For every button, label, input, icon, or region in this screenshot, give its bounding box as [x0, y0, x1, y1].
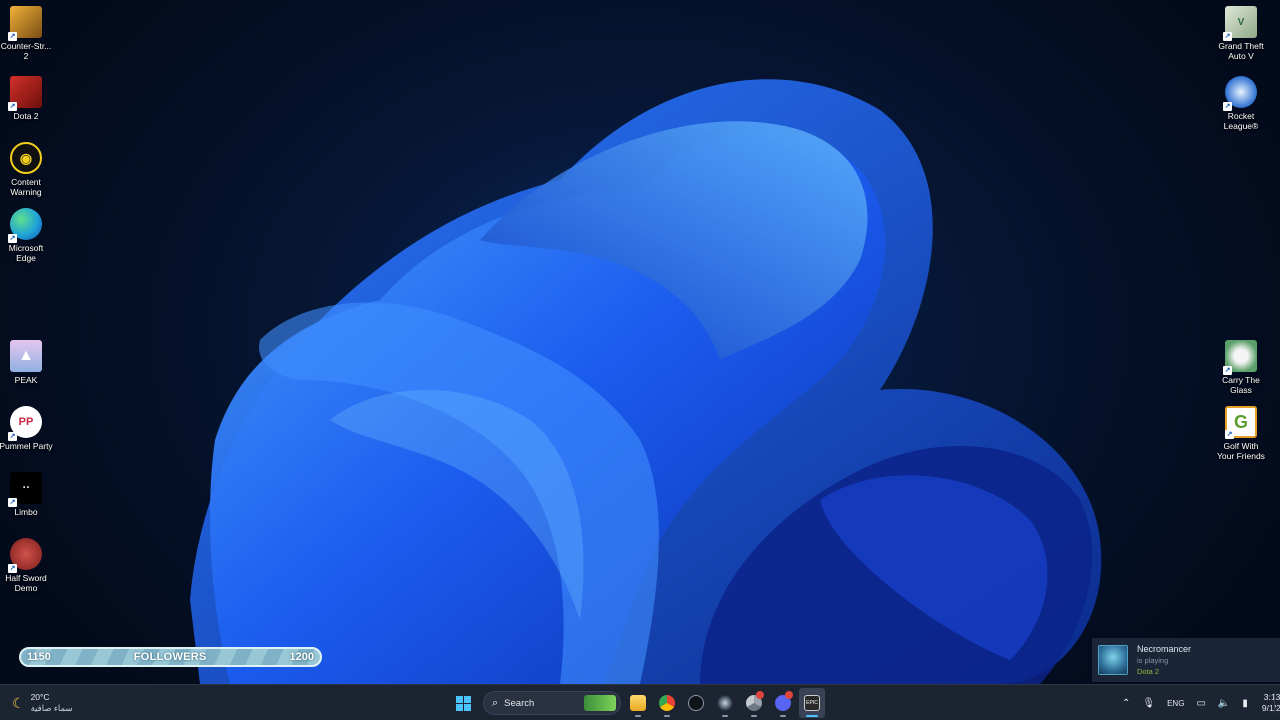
pummel-party-icon: PP ↗	[8, 406, 42, 441]
gta5-icon: V ↗	[1223, 6, 1257, 41]
app-icon	[688, 695, 704, 711]
chevron-up-icon[interactable]: ⌃	[1122, 698, 1130, 709]
taskbar-file-explorer[interactable]	[625, 688, 651, 718]
taskbar: ☾ 20°C سماء صافية ⌕ Search EPIC ⌃ 🎙 ENG …	[0, 684, 1280, 720]
content-warning-icon: ◉	[10, 142, 42, 174]
taskbar-chrome[interactable]	[654, 688, 680, 718]
desktop-wallpaper	[0, 0, 1280, 684]
clock[interactable]: 3:13 AM 9/1/2025	[1262, 692, 1280, 714]
half-sword-icon: ↗	[8, 538, 42, 573]
weather-desc: سماء صافية	[30, 703, 73, 713]
clock-time: 3:13 AM	[1263, 692, 1280, 702]
desktop-icon-half-sword[interactable]: ↗ Half Sword Demo	[0, 538, 52, 602]
desktop-icon-label: Counter-Str... 2	[0, 41, 52, 61]
desktop-icon-label: Grand Theft Auto V	[1218, 41, 1264, 61]
friend-name: Necromancer	[1137, 644, 1192, 654]
file-explorer-icon	[630, 695, 646, 711]
desktop-icon-label: Rocket League®	[1223, 111, 1259, 131]
golf-icon: G ↗	[1225, 406, 1257, 439]
desktop-icon-label: Dota 2	[13, 111, 39, 121]
dota2-icon: ↗	[8, 76, 42, 111]
taskbar-app[interactable]	[683, 688, 709, 718]
search-icon: ⌕	[492, 696, 499, 709]
system-tray: ⌃ 🎙 ENG ▭ 🔈 ▮ 3:13 AM 9/1/2025	[1122, 688, 1280, 718]
desktop-icon-content-warning[interactable]: ◉ Content Warning	[0, 142, 52, 206]
desktop-icon-label: Content Warning	[10, 177, 42, 197]
battery-icon[interactable]: ▮	[1242, 698, 1248, 709]
desktop-icon-label: Limbo	[14, 507, 38, 517]
avatar	[1098, 645, 1128, 675]
moon-icon: ☾	[12, 694, 25, 711]
taskbar-epic-games[interactable]: EPIC	[799, 688, 825, 718]
volume-icon[interactable]: 🔈	[1218, 698, 1230, 709]
desktop-icon-label: PEAK	[14, 375, 38, 385]
cs2-icon: ↗	[8, 6, 42, 41]
desktop-icon-cs2[interactable]: ↗ Counter-Str... 2	[0, 6, 52, 70]
steam-icon	[717, 695, 733, 711]
desktop-icon-edge[interactable]: ↗ Microsoft Edge	[0, 208, 52, 272]
followers-label: FOLLOWERS	[133, 651, 207, 663]
network-icon[interactable]: ▭	[1196, 698, 1205, 709]
taskbar-steam[interactable]	[712, 688, 738, 718]
friend-playing-notification[interactable]: Necromancer is playing Dota 2	[1092, 638, 1280, 682]
rocket-league-icon: ↗	[1223, 76, 1257, 111]
followers-goal-bar: 1150 FOLLOWERS 1200	[19, 647, 322, 667]
start-button[interactable]	[450, 688, 476, 718]
windows-logo-icon	[455, 695, 471, 711]
edge-icon: ↗	[8, 208, 42, 243]
taskbar-chrome-dev[interactable]	[741, 688, 767, 718]
microphone-icon[interactable]: 🎙	[1142, 698, 1155, 709]
weather-temp: 20°C	[30, 692, 50, 702]
search-placeholder: Search	[504, 697, 535, 709]
chrome-icon	[659, 695, 675, 711]
desktop-icon-limbo[interactable]: • • ↗ Limbo	[0, 472, 52, 536]
notification-badge	[756, 691, 764, 699]
desktop-icon-label: Microsoft Edge	[8, 243, 44, 263]
notification-badge	[785, 691, 793, 699]
limbo-icon: • • ↗	[8, 472, 42, 507]
followers-start: 1150	[27, 651, 51, 663]
followers-goal: 1200	[289, 651, 314, 663]
carry-the-glass-icon: ↗	[1223, 340, 1257, 375]
desktop-icon-golf[interactable]: G ↗ Golf With Your Friends	[1214, 406, 1268, 470]
desktop-icon-label: Golf With Your Friends	[1217, 441, 1265, 461]
desktop-icon-label: Half Sword Demo	[5, 573, 47, 593]
desktop-icon-peak[interactable]: ▲ PEAK	[0, 340, 52, 404]
desktop-icon-label: Carry The Glass	[1222, 375, 1260, 395]
desktop-icon-dota2[interactable]: ↗ Dota 2	[0, 76, 52, 140]
language-indicator[interactable]: ENG	[1167, 699, 1184, 708]
weather-widget[interactable]: ☾ 20°C سماء صافية	[12, 688, 73, 718]
desktop-icon-gta5[interactable]: V ↗ Grand Theft Auto V	[1214, 6, 1268, 70]
clock-date: 9/1/2025	[1261, 703, 1280, 713]
show-desktop-button[interactable]	[1274, 693, 1275, 713]
search-input[interactable]: ⌕ Search	[483, 691, 621, 715]
desktop-icon-rocket-league[interactable]: ↗ Rocket League®	[1214, 76, 1268, 140]
peak-icon: ▲	[10, 340, 42, 372]
desktop-icon-label: Pummel Party	[0, 441, 53, 451]
epic-games-icon: EPIC	[804, 695, 820, 711]
taskbar-center: ⌕ Search EPIC	[450, 688, 828, 718]
desktop-icon-pummel-party[interactable]: PP ↗ Pummel Party	[0, 406, 53, 470]
taskbar-discord[interactable]	[770, 688, 796, 718]
desktop-icon-carry-the-glass[interactable]: ↗ Carry The Glass	[1214, 340, 1268, 404]
friend-status: is playing	[1137, 656, 1169, 665]
friend-game: Dota 2	[1137, 667, 1160, 676]
search-highlight-image	[584, 695, 616, 711]
